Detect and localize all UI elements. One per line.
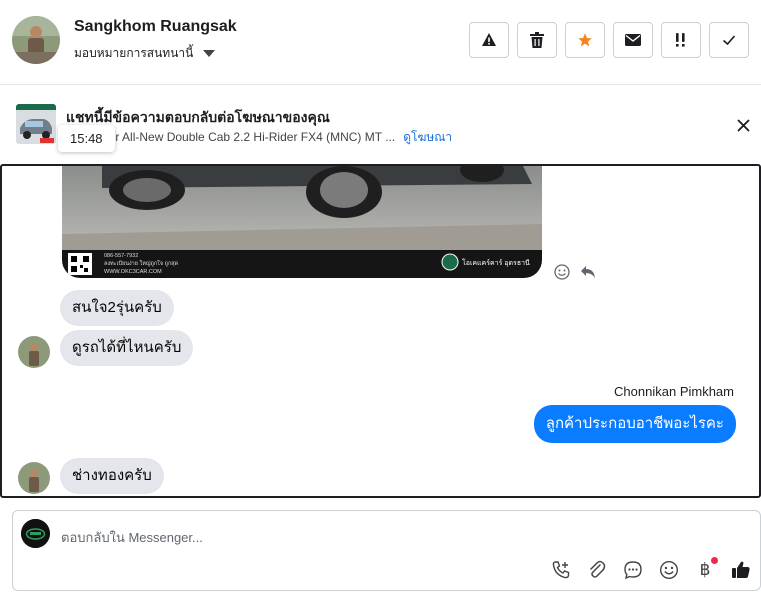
message-bubble-incoming[interactable]: สนใจ2รุ่นครับ (60, 290, 174, 326)
ad-thumbnail[interactable] (16, 104, 56, 144)
mark-done-button[interactable] (709, 22, 749, 58)
attach-icon (590, 560, 606, 578)
thumbs-up-icon (732, 561, 750, 578)
saved-reply-button[interactable] (622, 559, 644, 581)
ad-text: rd Ranger All-New Double Cab 2.2 Hi-Ride… (66, 130, 396, 144)
emoji-icon (659, 560, 679, 580)
contact-name: Sangkhom Ruangsak (74, 18, 237, 35)
chevron-down-icon (203, 50, 216, 57)
report-spam-button[interactable] (469, 22, 509, 58)
reply-input[interactable]: ตอบกลับใน Messenger... (61, 527, 203, 548)
message-hover-actions (554, 264, 596, 280)
delete-button[interactable] (517, 22, 557, 58)
header-actions (469, 22, 749, 58)
close-banner-button[interactable] (733, 115, 753, 135)
close-icon (736, 118, 750, 132)
ad-reply-banner: แชทนี้มีข้อความตอบกลับต่อโฆษณาของคุณ rd … (0, 85, 761, 164)
contact-avatar[interactable] (12, 16, 60, 64)
ad-brand-name: โอเคแคร์คาร์ อุดรธานี (462, 260, 530, 267)
attach-button[interactable] (586, 559, 608, 581)
contact-avatar-small (18, 462, 50, 494)
message-bubble-incoming[interactable]: ช่างทองครับ (60, 458, 164, 494)
baht-payment-icon: ฿ (699, 560, 711, 580)
check-icon (722, 35, 736, 46)
notification-dot (711, 557, 718, 564)
mail-icon (625, 34, 641, 46)
message-composer: ตอบกลับใน Messenger... ฿ (12, 510, 761, 591)
urgent-icon (676, 33, 685, 47)
payment-button[interactable]: ฿ (694, 557, 718, 581)
assign-conversation-dropdown[interactable]: มอบหมายการสนทนานี้ (74, 44, 216, 63)
contact-avatar-small (18, 336, 50, 368)
warning-icon (482, 33, 496, 46)
message-bubble-outgoing[interactable]: ลูกค้าประกอบอาชีพอะไรคะ (533, 405, 736, 443)
ad-website: WWW.OKC3CAR.COM (104, 269, 162, 275)
star-icon (578, 33, 592, 47)
message-thread[interactable]: 086-557-7932 ลงทะเบียนง่าย ใหญ่ถูกใจ ถูก… (0, 164, 761, 498)
view-ad-link[interactable]: ดูโฆษณา (403, 130, 452, 144)
ad-contact-info: 086-557-7932 ลงทะเบียนง่าย ใหญ่ถูกใจ ถูก… (104, 252, 178, 276)
saved-reply-icon (624, 561, 642, 580)
page-avatar (21, 519, 50, 548)
reply-icon[interactable] (580, 265, 596, 279)
message-bubble-incoming[interactable]: ดูรถได้ที่ไหนครับ (60, 330, 194, 366)
timestamp-tooltip: 15:48 (58, 125, 115, 152)
ad-image-message[interactable]: 086-557-7932 ลงทะเบียนง่าย ใหญ่ถูกใจ ถูก… (62, 166, 542, 278)
sender-name: Chonnikan Pimkham (614, 384, 734, 399)
ad-phone: 086-557-7932 (104, 253, 139, 259)
conversation-header: Sangkhom Ruangsak มอบหมายการสนทนานี้ (0, 0, 761, 85)
call-add-icon (552, 561, 570, 579)
composer-toolbar: ฿ (550, 557, 752, 581)
emoji-button[interactable] (658, 559, 680, 581)
like-button[interactable] (730, 559, 752, 581)
follow-up-button[interactable] (661, 22, 701, 58)
mark-unread-button[interactable] (613, 22, 653, 58)
react-emoji-icon[interactable] (554, 264, 570, 280)
assign-label: มอบหมายการสนทนานี้ (74, 46, 194, 60)
trash-icon (530, 32, 544, 48)
call-add-button[interactable] (550, 559, 572, 581)
ad-description: rd Ranger All-New Double Cab 2.2 Hi-Ride… (66, 128, 452, 147)
ad-slogan: ลงทะเบียนง่าย ใหญ่ถูกใจ ถูกสุด (104, 261, 179, 267)
star-button[interactable] (565, 22, 605, 58)
